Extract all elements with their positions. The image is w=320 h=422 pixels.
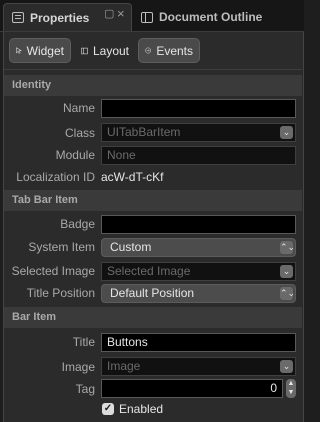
localization-id-label: Localization ID xyxy=(16,170,95,184)
segment-events[interactable]: Events xyxy=(138,38,200,63)
properties-icon xyxy=(12,12,24,23)
title-position-popup[interactable]: Default Position ⌃⌄ xyxy=(101,284,296,303)
events-icon xyxy=(145,47,152,54)
chevron-down-icon[interactable]: ⌄ xyxy=(280,265,293,278)
updown-icon: ⌃⌄ xyxy=(280,287,296,300)
class-placeholder: UITabBarItem xyxy=(107,125,181,139)
selected-image-label: Selected Image xyxy=(11,264,95,278)
layout-icon xyxy=(81,47,88,54)
updown-icon: ⌃⌄ xyxy=(280,241,296,254)
cursor-icon xyxy=(16,47,22,54)
system-item-value: Custom xyxy=(110,240,152,254)
float-panel-icon[interactable]: ▢ xyxy=(104,9,114,20)
tab-properties-label: Properties xyxy=(30,10,90,25)
toolbar-divider xyxy=(4,69,302,70)
chevron-down-icon[interactable]: ⌄ xyxy=(280,360,293,373)
section-header-identity: Identity xyxy=(4,75,302,96)
document-outline-icon xyxy=(141,11,153,23)
system-item-popup[interactable]: Custom ⌃⌄ xyxy=(101,238,296,257)
title-position-label: Title Position xyxy=(26,286,95,300)
selected-image-field[interactable]: Selected Image ⌄ xyxy=(101,262,296,281)
module-label: Module xyxy=(55,148,95,162)
segment-widget[interactable]: Widget xyxy=(9,38,71,63)
image-field[interactable]: Image ⌄ xyxy=(101,357,296,376)
title-position-value: Default Position xyxy=(110,286,195,300)
localization-id-value: acW-dT-cKf xyxy=(101,170,164,184)
system-item-label: System Item xyxy=(28,240,95,254)
selected-image-placeholder: Selected Image xyxy=(107,264,191,278)
name-label: Name xyxy=(62,101,95,115)
section-header-tab-bar-item: Tab Bar Item xyxy=(4,190,302,211)
title-label: Title xyxy=(72,335,95,349)
image-placeholder: Image xyxy=(107,359,141,373)
enabled-label[interactable]: Enabled xyxy=(119,402,163,416)
name-field[interactable] xyxy=(101,99,296,118)
stepper-down-icon[interactable]: ▼ xyxy=(286,388,296,397)
panel-tab-bar: Properties ▢ × Document Outline xyxy=(0,0,304,32)
tab-document-outline-label: Document Outline xyxy=(159,10,263,24)
stepper-up-icon[interactable]: ▲ xyxy=(286,379,296,388)
title-field[interactable]: Buttons xyxy=(101,333,296,352)
badge-label: Badge xyxy=(60,217,95,231)
tab-document-outline[interactable]: Document Outline xyxy=(137,3,304,31)
tag-stepper[interactable]: ▲ ▼ xyxy=(286,379,296,398)
segment-layout[interactable]: Layout xyxy=(75,38,135,63)
segment-layout-label: Layout xyxy=(92,43,129,58)
class-label: Class xyxy=(64,126,95,140)
module-field[interactable]: None xyxy=(101,146,296,165)
tag-field[interactable]: 0 xyxy=(101,379,283,398)
segment-widget-label: Widget xyxy=(26,43,64,58)
enabled-checkbox[interactable]: ✓ xyxy=(102,403,114,415)
chevron-down-icon[interactable]: ⌄ xyxy=(280,126,293,139)
badge-field[interactable] xyxy=(101,215,296,234)
segment-events-label: Events xyxy=(156,43,193,58)
class-field[interactable]: UITabBarItem ⌄ xyxy=(101,123,296,142)
image-label: Image xyxy=(61,360,95,374)
close-icon[interactable]: × xyxy=(117,7,125,20)
section-header-bar-item: Bar Item xyxy=(4,307,302,328)
tag-label: Tag xyxy=(75,382,95,396)
